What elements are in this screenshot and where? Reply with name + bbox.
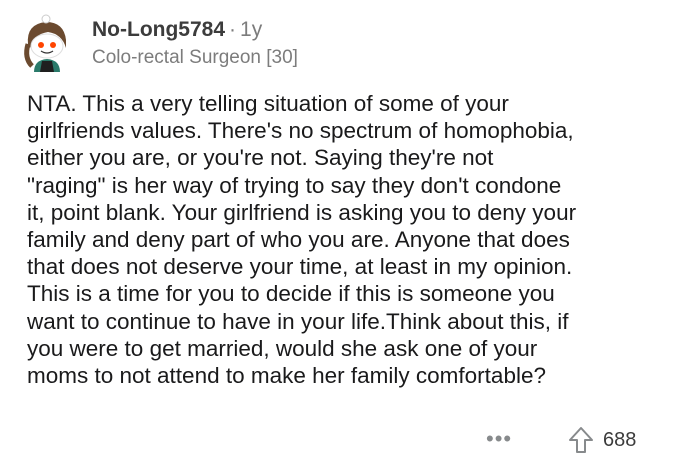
upvote-arrow-icon xyxy=(569,427,593,453)
comment-body-line: want to continue to have in your life.Th… xyxy=(27,308,569,334)
snoo-avatar-icon xyxy=(24,14,66,72)
username-link[interactable]: No-Long5784 xyxy=(92,18,225,41)
avatar[interactable] xyxy=(18,14,76,72)
comment-author-line: No-Long5784 · 1y xyxy=(92,18,262,42)
comment-body: NTA. This a very telling situation of so… xyxy=(27,90,687,389)
comment-actions: ••• 688 xyxy=(0,424,700,458)
meta-separator: · xyxy=(229,18,237,41)
comment-body-line: family and deny part of who you are. Any… xyxy=(27,227,570,253)
vote-score: 688 xyxy=(603,429,637,451)
comment-body-line: "raging" is her way of trying to say the… xyxy=(27,172,562,198)
comment-age: 1y xyxy=(240,18,263,41)
comment-body-line: moms to not attend to make her family co… xyxy=(27,363,546,389)
comment-body-line: it, point blank. Your girlfriend is aski… xyxy=(27,199,577,225)
comment-body-line: you were to get married, would she ask o… xyxy=(27,335,538,361)
comment-body-line: girlfriends values. There's no spectrum … xyxy=(27,118,574,144)
comment-card: No-Long5784 · 1y Colo-rectal Surgeon [30] … xyxy=(0,0,700,466)
upvote-button[interactable] xyxy=(568,426,594,454)
more-options-button[interactable]: ••• xyxy=(486,426,512,452)
comment-body-line: This is a time for you to decide if this… xyxy=(27,281,555,307)
comment-body-line: either you are, or you're not. Saying th… xyxy=(27,145,494,171)
user-flair: Colo-rectal Surgeon [30] xyxy=(92,47,298,68)
comment-body-line: NTA. This a very telling situation of so… xyxy=(27,91,509,116)
comment-body-line: that does not deserve your time, at leas… xyxy=(27,254,573,280)
